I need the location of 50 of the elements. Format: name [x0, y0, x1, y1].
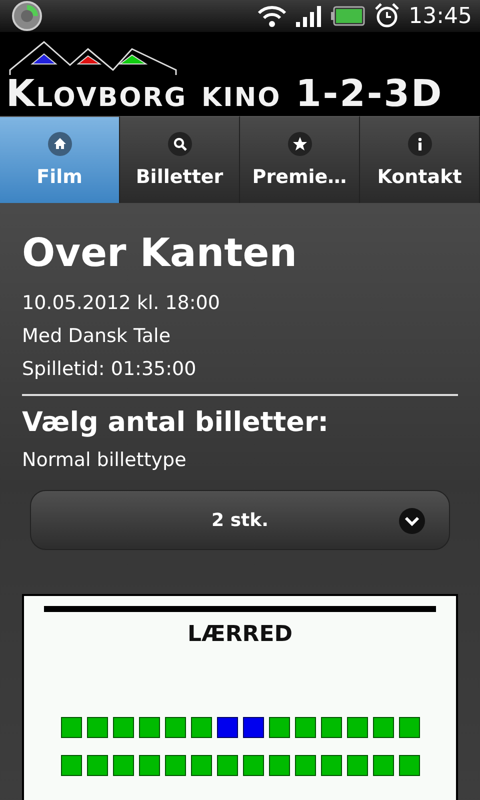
logo-text: Klovborg kino 1-2-3D: [6, 76, 444, 112]
seat[interactable]: [164, 717, 186, 738]
seat[interactable]: [60, 755, 82, 776]
seat[interactable]: [138, 755, 160, 776]
seat[interactable]: [112, 755, 134, 776]
seat[interactable]: [164, 755, 186, 776]
seat[interactable]: [242, 717, 264, 738]
seat[interactable]: [268, 717, 290, 738]
section-heading: Vælg antal billetter:: [22, 406, 330, 440]
seat[interactable]: [86, 755, 108, 776]
movie-detail: Spilletid: 01:35:00: [22, 357, 198, 382]
battery-icon: [330, 6, 365, 26]
screen-label: LÆRRED: [186, 622, 294, 647]
alarm-clock-icon: [374, 3, 400, 29]
movie-title: Over Kanten: [22, 230, 298, 278]
seat[interactable]: [398, 755, 420, 776]
seat[interactable]: [398, 717, 420, 738]
movie-detail: Med Dansk Tale: [22, 324, 172, 349]
seat[interactable]: [320, 755, 342, 776]
seat[interactable]: [242, 755, 264, 776]
clock-time: 13:45: [408, 4, 472, 28]
info-icon: [408, 132, 432, 156]
signal-icon: [296, 5, 322, 27]
nav-tab[interactable]: Billetter: [120, 116, 240, 203]
home-icon: [48, 132, 72, 156]
seat[interactable]: [86, 717, 108, 738]
quantity-select[interactable]: 2 stk.: [30, 490, 450, 550]
seat[interactable]: [294, 717, 316, 738]
search-icon: [168, 132, 192, 156]
seat[interactable]: [216, 755, 238, 776]
seat[interactable]: [190, 717, 212, 738]
movie-detail: 10.05.2012 kl. 18:00: [22, 291, 221, 316]
seat[interactable]: [346, 755, 368, 776]
nav-tab[interactable]: Kontakt: [360, 116, 480, 203]
seat[interactable]: [112, 717, 134, 738]
seat[interactable]: [346, 717, 368, 738]
chevron-down-icon: [399, 508, 425, 534]
seat[interactable]: [268, 755, 290, 776]
seat[interactable]: [60, 717, 82, 738]
seat[interactable]: [372, 755, 394, 776]
wifi-icon: [256, 5, 287, 27]
seat[interactable]: [138, 717, 160, 738]
seat[interactable]: [294, 755, 316, 776]
seat[interactable]: [216, 717, 238, 738]
ticket-type-label: Normal billettype: [22, 448, 188, 473]
seat[interactable]: [320, 717, 342, 738]
seat[interactable]: [372, 717, 394, 738]
seat[interactable]: [190, 755, 212, 776]
nav-tab[interactable]: Premie…: [240, 116, 360, 203]
notification-icon: [12, 1, 42, 31]
